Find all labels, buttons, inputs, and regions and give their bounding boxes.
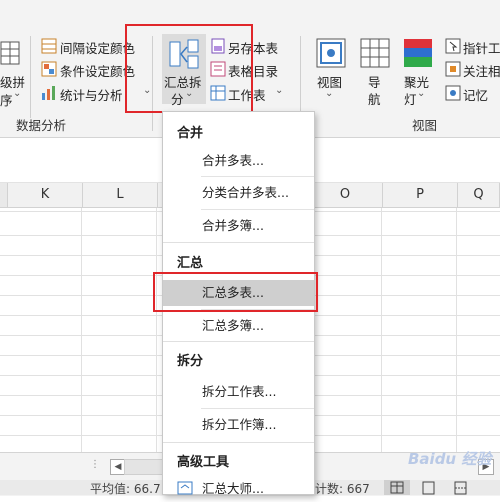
chevron-down-icon[interactable]: ⌄	[325, 88, 333, 99]
menu-section-summary: 汇总	[177, 256, 204, 271]
conditional-color-icon	[41, 61, 57, 77]
interval-color-icon	[41, 38, 57, 54]
merge-cells-icon	[0, 41, 20, 65]
select-all-corner[interactable]	[0, 183, 8, 207]
statistics-icon	[42, 86, 55, 100]
menu-divider	[201, 209, 314, 210]
menu-section-divider	[163, 442, 314, 443]
pointer-tool-icon	[445, 38, 461, 54]
memory-button[interactable]: 记忆	[463, 85, 488, 104]
menu-item-split-sheet[interactable]: 拆分工作表...	[163, 379, 314, 405]
highlight-box	[125, 24, 253, 113]
highlight-box	[153, 272, 318, 312]
column-header[interactable]: P	[383, 183, 458, 207]
chevron-down-icon[interactable]: ⌄	[13, 88, 21, 99]
pointer-tool-button[interactable]: 指针工	[463, 38, 500, 57]
focus-related-icon	[445, 61, 461, 77]
page-break-view-icon[interactable]	[450, 480, 472, 495]
menu-item-merge-sheets[interactable]: 合并多表...	[163, 148, 314, 174]
menu-item-summary-master[interactable]: 汇总大师...	[163, 476, 314, 502]
menu-item-category-merge[interactable]: 分类合并多表...	[163, 180, 314, 206]
memory-icon	[445, 85, 461, 101]
group-label-view: 视图	[412, 118, 438, 133]
menu-divider	[201, 176, 314, 177]
menu-section-merge: 合并	[177, 126, 204, 141]
navigation-icon	[360, 38, 390, 68]
status-count: 计数: 667	[315, 482, 370, 496]
column-header[interactable]: K	[8, 183, 83, 207]
chevron-down-icon[interactable]: ⌄	[275, 85, 283, 96]
menu-divider	[201, 408, 314, 409]
horizontal-scrollbar[interactable]	[124, 459, 166, 475]
spotlight-icon	[404, 39, 432, 67]
chevron-down-icon[interactable]: ⌄	[417, 88, 425, 99]
focus-related-button[interactable]: 关注相	[463, 61, 500, 80]
page-layout-view-icon[interactable]	[418, 480, 440, 495]
group-label-analysis: 数据分析	[16, 118, 67, 133]
column-header[interactable]: L	[83, 183, 158, 207]
interval-color-button[interactable]: 间隔设定颜色	[60, 38, 135, 57]
column-header[interactable]: O	[308, 183, 383, 207]
spotlight-label-2: 灯	[404, 92, 417, 107]
menu-item-split-book[interactable]: 拆分工作簿...	[163, 412, 314, 438]
group-separator	[30, 36, 31, 118]
navigation-label-2: 航	[368, 92, 381, 107]
ribbon-left-label-2[interactable]: 序	[0, 90, 13, 109]
watermark-logo: Baidu 经验	[408, 450, 492, 468]
menu-item-merge-books[interactable]: 合并多簿...	[163, 213, 314, 239]
menu-section-divider	[163, 341, 314, 342]
menu-item-summarize-books[interactable]: 汇总多簿...	[163, 313, 314, 339]
scroll-dots-icon: ⋮	[90, 459, 100, 470]
column-header[interactable]: Q	[458, 183, 500, 207]
normal-view-icon[interactable]	[384, 480, 410, 495]
menu-section-split: 拆分	[177, 354, 204, 369]
menu-section-advanced: 高级工具	[177, 455, 230, 470]
menu-section-divider	[163, 242, 314, 243]
status-average: 平均值: 66.7	[90, 482, 161, 496]
statistics-analysis-button[interactable]: 统计与分析	[60, 85, 123, 104]
view-icon	[316, 38, 346, 68]
conditional-color-button[interactable]: 条件设定颜色	[60, 61, 135, 80]
